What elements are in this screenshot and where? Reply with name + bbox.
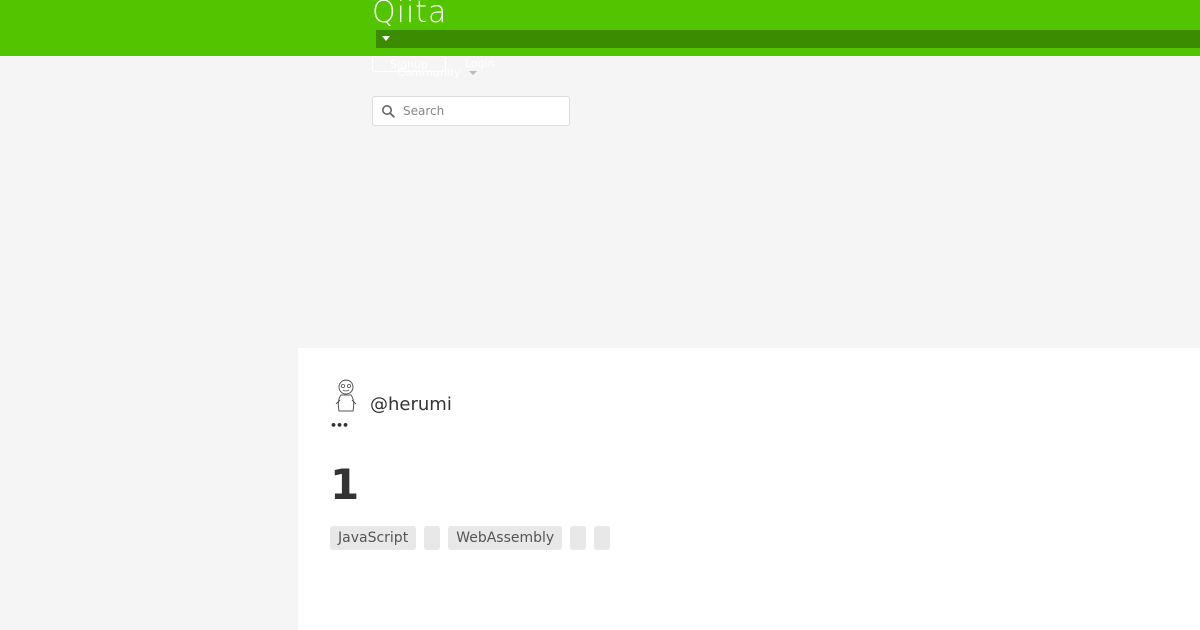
- ellipsis-icon[interactable]: •••: [330, 420, 349, 431]
- community-label: Community: [397, 66, 461, 79]
- dropdown-bar[interactable]: [376, 30, 1200, 48]
- user-avatar-icon[interactable]: [330, 378, 362, 414]
- tag-webassembly[interactable]: WebAssembly: [448, 526, 563, 550]
- tag-empty[interactable]: [570, 526, 587, 550]
- site-header: Qiita: [0, 0, 1200, 56]
- qiita-logo[interactable]: Qiita: [372, 0, 447, 32]
- tag-javascript[interactable]: JavaScript: [330, 526, 417, 550]
- search-input[interactable]: [403, 101, 563, 121]
- search-box[interactable]: [372, 96, 570, 126]
- community-menu[interactable]: Community: [397, 66, 477, 80]
- tag-list: JavaScript WebAssembly: [330, 526, 611, 550]
- tag-empty[interactable]: [594, 526, 611, 550]
- article-card: ••• @herumi 1 JavaScript WebAssembly: [298, 348, 1200, 630]
- chevron-down-icon: [468, 71, 477, 75]
- tag-empty[interactable]: [424, 526, 441, 550]
- search-icon: [382, 105, 395, 118]
- article-title: 1: [330, 460, 360, 509]
- author-username[interactable]: @herumi: [370, 394, 452, 416]
- caret-down-icon: [382, 36, 390, 41]
